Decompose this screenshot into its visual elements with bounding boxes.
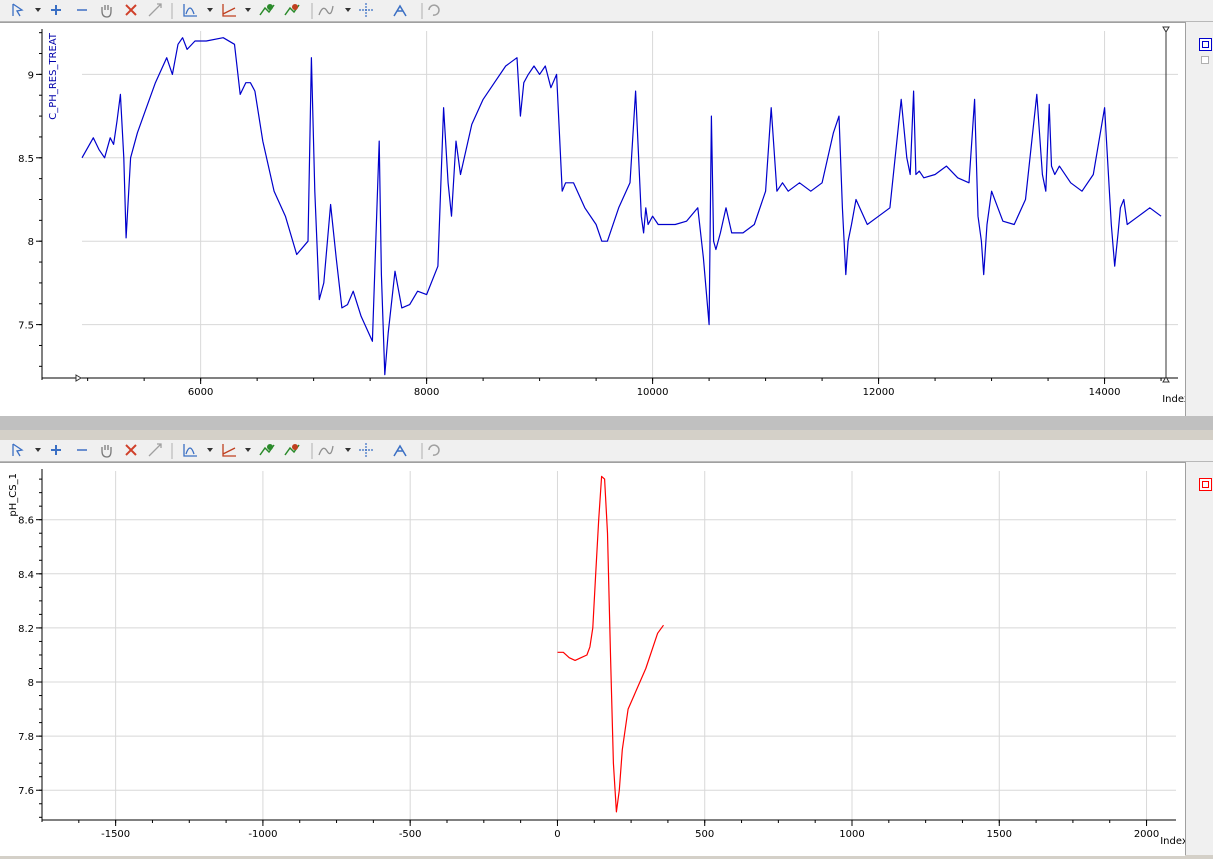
x-tick-label: 1000 [839,829,864,840]
top-toolbar [0,0,1213,22]
x-tick-label: 8000 [414,387,439,398]
fit-icon[interactable] [147,442,163,458]
smooth-icon[interactable] [318,442,334,458]
y-tick-label: 8.4 [18,570,34,581]
x-axis-label: Index [1162,394,1185,405]
dropdown-arrow-icon[interactable] [207,8,213,12]
y-axis-label: C_PH_RES_TREAT [48,32,59,120]
series-add-icon[interactable] [259,2,275,18]
marker-icon[interactable] [392,2,408,18]
x-tick-label: 6000 [188,387,213,398]
zoom-in-icon[interactable] [48,442,64,458]
dropdown-arrow-icon[interactable] [345,8,351,12]
dropdown-arrow-icon[interactable] [245,448,251,452]
dropdown-arrow-icon[interactable] [207,448,213,452]
dropdown-arrow-icon[interactable] [35,8,41,12]
axis-icon[interactable] [221,442,237,458]
x-tick-label: 12000 [863,387,895,398]
bottom-series-legend-marker[interactable] [1199,478,1212,491]
x-tick-label: -1000 [248,829,277,840]
dropdown-arrow-icon[interactable] [35,448,41,452]
panel-splitter[interactable] [0,416,1213,430]
y-tick-label: 8.5 [18,154,34,165]
pan-hand-icon[interactable] [98,442,114,458]
undo-icon[interactable] [425,442,441,458]
top-legend-panel [1185,22,1213,416]
chart-type-icon[interactable] [182,442,198,458]
y-tick-label: 7.8 [18,732,34,743]
smooth-icon[interactable] [318,2,334,18]
x-tick-label: 10000 [637,387,669,398]
chart-type-icon[interactable] [182,2,198,18]
x-tick-label: 2000 [1134,829,1159,840]
dropdown-arrow-icon[interactable] [345,448,351,452]
bottom-toolbar [0,440,1213,462]
select-cursor-icon[interactable] [10,2,26,18]
select-cursor-icon[interactable] [10,442,26,458]
zoom-out-icon[interactable] [74,2,90,18]
x-tick-label: 1500 [987,829,1012,840]
legend-checkbox[interactable] [1201,56,1209,64]
x-tick-label: -500 [399,829,422,840]
x-axis-label: Index [1160,836,1185,847]
bottom-plot-panel[interactable]: 7.6 7.8 8 8.2 8.4 8.6 -1500 -1000 -500 0 500 1000 15… [0,462,1188,856]
bottom-chart[interactable]: 7.6 7.8 8 8.2 8.4 8.6 -1500 -1000 -500 0 500 1000 15… [0,463,1188,856]
top-chart[interactable]: 7.5 8 8.5 9 6000 8000 10000 12000 14000 Index C_PH… [0,23,1190,417]
top-toolbar-icons [10,2,441,19]
bottom-toolbar-icons [10,442,441,459]
top-series-legend-marker[interactable] [1199,38,1212,51]
y-axis-label: pH_CS_1 [8,473,19,517]
pan-hand-icon[interactable] [98,2,114,18]
y-tick-label: 7.6 [18,786,34,797]
x-tick-label: -1500 [101,829,130,840]
x-tick-label: 500 [695,829,714,840]
x-tick-label: 14000 [1089,387,1121,398]
y-tick-label: 9 [28,70,34,81]
y-tick-label: 8 [28,678,34,689]
series-remove-icon[interactable] [284,442,300,458]
y-tick-label: 8.6 [18,516,34,527]
delete-x-icon[interactable] [123,442,139,458]
delete-x-icon[interactable] [123,2,139,18]
x-tick-label: 0 [554,829,560,840]
range-cursor-top-handle[interactable] [1162,26,1170,33]
marker-icon[interactable] [392,442,408,458]
bottom-legend-panel [1185,462,1213,855]
undo-icon[interactable] [425,2,441,18]
zoom-in-icon[interactable] [48,2,64,18]
series-remove-icon[interactable] [284,2,300,18]
dropdown-arrow-icon[interactable] [245,8,251,12]
series-line[interactable] [557,475,664,813]
y-tick-label: 8.2 [18,624,34,635]
crosshair-icon[interactable] [358,442,374,458]
top-plot-panel[interactable]: 7.5 8 8.5 9 6000 8000 10000 12000 14000 Index C_PH… [0,22,1190,417]
zoom-out-icon[interactable] [74,442,90,458]
axis-icon[interactable] [221,2,237,18]
crosshair-icon[interactable] [358,2,374,18]
series-add-icon[interactable] [259,442,275,458]
fit-icon[interactable] [147,2,163,18]
y-tick-label: 8 [28,237,34,248]
range-cursor-left-handle[interactable] [75,374,82,382]
y-tick-label: 7.5 [18,321,34,332]
